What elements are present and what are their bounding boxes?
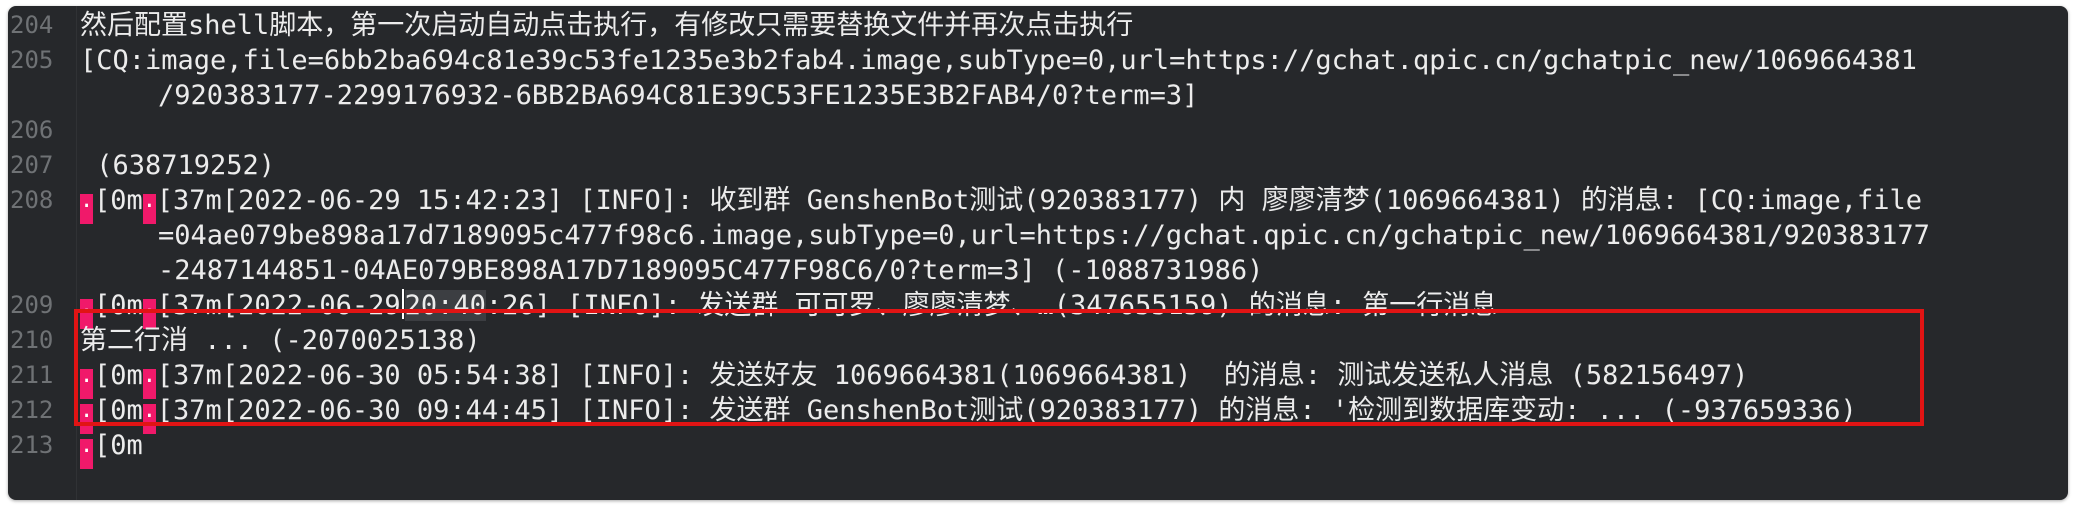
editor-line: 204 然后配置shell脚本，第一次启动自动点击执行，有修改只需要替换文件并再… [8, 8, 2068, 43]
line-text: /920383177-2299176932-6BB2BA694C81E39C53… [158, 80, 1199, 111]
line-text: =04ae079be898a17d7189095c477f98c6.image,… [158, 220, 1930, 251]
line-number [8, 218, 72, 253]
line-number: 213 [10, 431, 54, 459]
editor-line-wrapped: /920383177-2299176932-6BB2BA694C81E39C53… [8, 78, 2068, 113]
editor-line: 208 ·[0m·[37m[2022-06-29 15:42:23] [INFO… [8, 183, 2068, 224]
line-number [8, 253, 72, 288]
ansi-color-code: [37m [156, 395, 222, 426]
editor-line: 211 ·[0m·[37m[2022-06-30 05:54:38] [INFO… [8, 358, 2068, 399]
line-number: 211 [10, 361, 54, 389]
line-number: 209 [10, 291, 54, 319]
ansi-reset-code: [0m [94, 395, 143, 426]
editor-line: 212 ·[0m·[37m[2022-06-30 09:44:45] [INFO… [8, 393, 2068, 434]
line-text: 第二行消 ... (-2070025138) [80, 325, 481, 356]
ansi-reset-code: [0m [94, 360, 143, 391]
line-number: 210 [10, 326, 54, 354]
line-number [8, 78, 72, 113]
editor-line: 206 [8, 113, 2068, 148]
editor-line-wrapped: =04ae079be898a17d7189095c477f98c6.image,… [8, 218, 2068, 253]
line-text: -2487144851-04AE079BE898A17D7189095C477F… [158, 255, 1264, 286]
ansi-reset-code: [0m [94, 185, 143, 216]
log-message: [2022-06-30 05:54:38] [INFO]: 发送好友 10696… [221, 360, 1749, 391]
line-number: 205 [10, 46, 54, 74]
log-message: [2022-06-29 15:42:23] [INFO]: 收到群 Genshe… [221, 185, 1923, 216]
ansi-color-code: [37m [156, 185, 222, 216]
log-message: [2022-06-30 09:44:45] [INFO]: 发送群 Genshe… [221, 395, 1857, 426]
log-text-area[interactable]: 204 然后配置shell脚本，第一次启动自动点击执行，有修改只需要替换文件并再… [8, 8, 2068, 469]
line-text: ·[0m [80, 428, 143, 469]
editor-window: 204 然后配置shell脚本，第一次启动自动点击执行，有修改只需要替换文件并再… [8, 6, 2068, 500]
ansi-reset-code: [0m [94, 290, 143, 321]
ansi-color-code: [37m [156, 290, 222, 321]
editor-line: 205 [CQ:image,file=6bb2ba694c81e39c53fe1… [8, 43, 2068, 78]
line-text: (638719252) [80, 150, 276, 181]
line-text: [CQ:image,file=6bb2ba694c81e39c53fe1235e… [80, 45, 1917, 76]
editor-line: 209 ·[0m·[37m[2022-06-29 20:40:26] [INFO]… [8, 288, 2068, 329]
ansi-reset-code: [0m [94, 430, 143, 461]
editor-line: 210 第二行消 ... (-2070025138) [8, 323, 2068, 358]
line-text: 然后配置shell脚本，第一次启动自动点击执行，有修改只需要替换文件并再次点击执… [80, 10, 1134, 41]
line-number: 212 [10, 396, 54, 424]
log-timestamp-date: [2022-06-29 [221, 290, 401, 321]
editor-line: 207 (638719252) [8, 148, 2068, 183]
line-number: 206 [10, 116, 54, 144]
selected-word: 20:40 [404, 290, 486, 321]
text-cursor [401, 289, 404, 319]
line-number: 204 [10, 11, 54, 39]
editor-line: 213 ·[0m [8, 428, 2068, 469]
line-number: 207 [10, 151, 54, 179]
escape-marker-icon: · [80, 439, 93, 469]
log-message: :26] [INFO]: 发送群 可可罗、廖廖清梦、…(347655159) 的… [485, 290, 1498, 321]
editor-line-wrapped: -2487144851-04AE079BE898A17D7189095C477F… [8, 253, 2068, 288]
ansi-color-code: [37m [156, 360, 222, 391]
line-number: 208 [10, 186, 54, 214]
